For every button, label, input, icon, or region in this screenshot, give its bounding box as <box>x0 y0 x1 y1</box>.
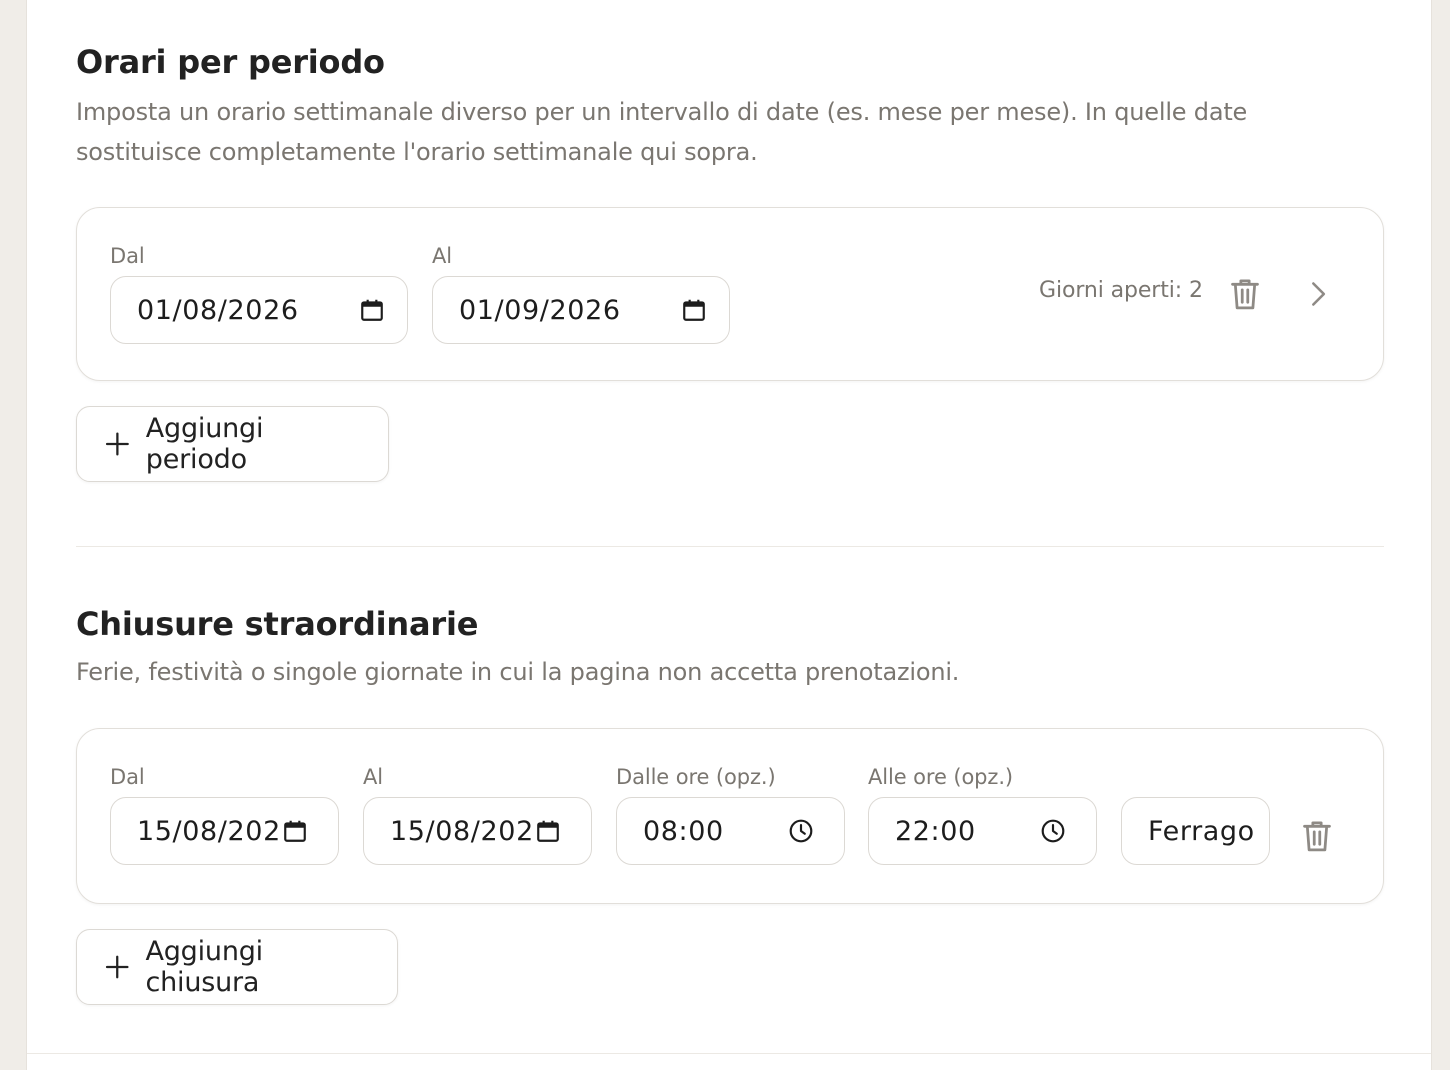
section-description: Ferie, festività o singole giornate in c… <box>76 658 960 686</box>
section-divider <box>76 546 1384 547</box>
trash-icon <box>1231 279 1259 310</box>
closure-time-from-input[interactable]: 08:00 <box>616 797 845 865</box>
trash-icon <box>1303 821 1331 852</box>
add-period-button[interactable]: Aggiungi periodo <box>76 406 389 482</box>
closure-to-field: Al 15/08/202 <box>363 763 592 865</box>
closure-time-to-input[interactable]: 22:00 <box>868 797 1097 865</box>
closure-from-field: Dal 15/08/202 <box>110 763 339 865</box>
closure-time-from-field: Dalle ore (opz.) 08:00 <box>616 763 845 865</box>
clock-icon[interactable] <box>788 818 814 844</box>
section-description: Imposta un orario settimanale diverso pe… <box>76 92 1384 172</box>
period-from-field: Dal 01/08/2026 <box>110 242 408 344</box>
calendar-icon[interactable] <box>535 818 561 844</box>
description-line-2: sostituisce completamente l'orario setti… <box>76 138 758 166</box>
closure-from-value: 15/08/202 <box>137 815 281 847</box>
plus-icon <box>105 955 129 979</box>
closure-note-value: Ferrago <box>1148 815 1255 847</box>
open-days-count: Giorni aperti: 2 <box>1039 278 1203 303</box>
closure-time-from-label: Dalle ore (opz.) <box>616 765 776 789</box>
delete-period-button[interactable] <box>1225 274 1265 314</box>
period-to-label: Al <box>432 244 453 268</box>
period-from-label: Dal <box>110 244 145 268</box>
closure-to-value: 15/08/202 <box>390 815 534 847</box>
section-title: Orari per periodo <box>76 43 385 81</box>
add-closure-button[interactable]: Aggiungi chiusura <box>76 929 398 1005</box>
plus-icon <box>105 432 129 456</box>
calendar-icon[interactable] <box>681 297 707 323</box>
closure-time-from-value: 08:00 <box>643 815 724 847</box>
closure-to-label: Al <box>363 765 384 789</box>
panel-bottom-border <box>27 1053 1431 1054</box>
closure-time-to-label: Alle ore (opz.) <box>868 765 1014 789</box>
period-row: Dal 01/08/2026 Al 01/09/2026 Giorni aper… <box>76 207 1384 381</box>
calendar-icon[interactable] <box>282 818 308 844</box>
chevron-right-icon <box>1312 282 1326 306</box>
closure-from-label: Dal <box>110 765 145 789</box>
calendar-icon[interactable] <box>359 297 385 323</box>
period-from-input[interactable]: 01/08/2026 <box>110 276 408 344</box>
period-from-value: 01/08/2026 <box>137 294 299 326</box>
add-period-label: Aggiungi periodo <box>145 413 264 475</box>
closures-section: Chiusure straordinarie Ferie, festività … <box>76 602 1384 1005</box>
closure-from-input[interactable]: 15/08/202 <box>110 797 339 865</box>
period-to-value: 01/09/2026 <box>459 294 621 326</box>
closure-time-to-value: 22:00 <box>895 815 976 847</box>
add-closure-label: Aggiungi chiusura <box>145 936 263 998</box>
delete-closure-button[interactable] <box>1297 816 1337 856</box>
section-title: Chiusure straordinarie <box>76 605 479 643</box>
clock-icon[interactable] <box>1040 818 1066 844</box>
settings-panel: Orari per periodo Imposta un orario sett… <box>26 0 1432 1070</box>
closure-time-to-field: Alle ore (opz.) 22:00 <box>868 763 1097 865</box>
closure-note-input[interactable]: Ferrago <box>1121 797 1270 865</box>
closure-row: Dal 15/08/202 Al 15/08/202 Dalle ore (op… <box>76 728 1384 904</box>
expand-period-button[interactable] <box>1298 274 1338 314</box>
closure-to-input[interactable]: 15/08/202 <box>363 797 592 865</box>
period-hours-section: Orari per periodo Imposta un orario sett… <box>76 40 1384 482</box>
period-to-input[interactable]: 01/09/2026 <box>432 276 730 344</box>
period-to-field: Al 01/09/2026 <box>432 242 730 344</box>
description-line-1: Imposta un orario settimanale diverso pe… <box>76 98 1248 126</box>
